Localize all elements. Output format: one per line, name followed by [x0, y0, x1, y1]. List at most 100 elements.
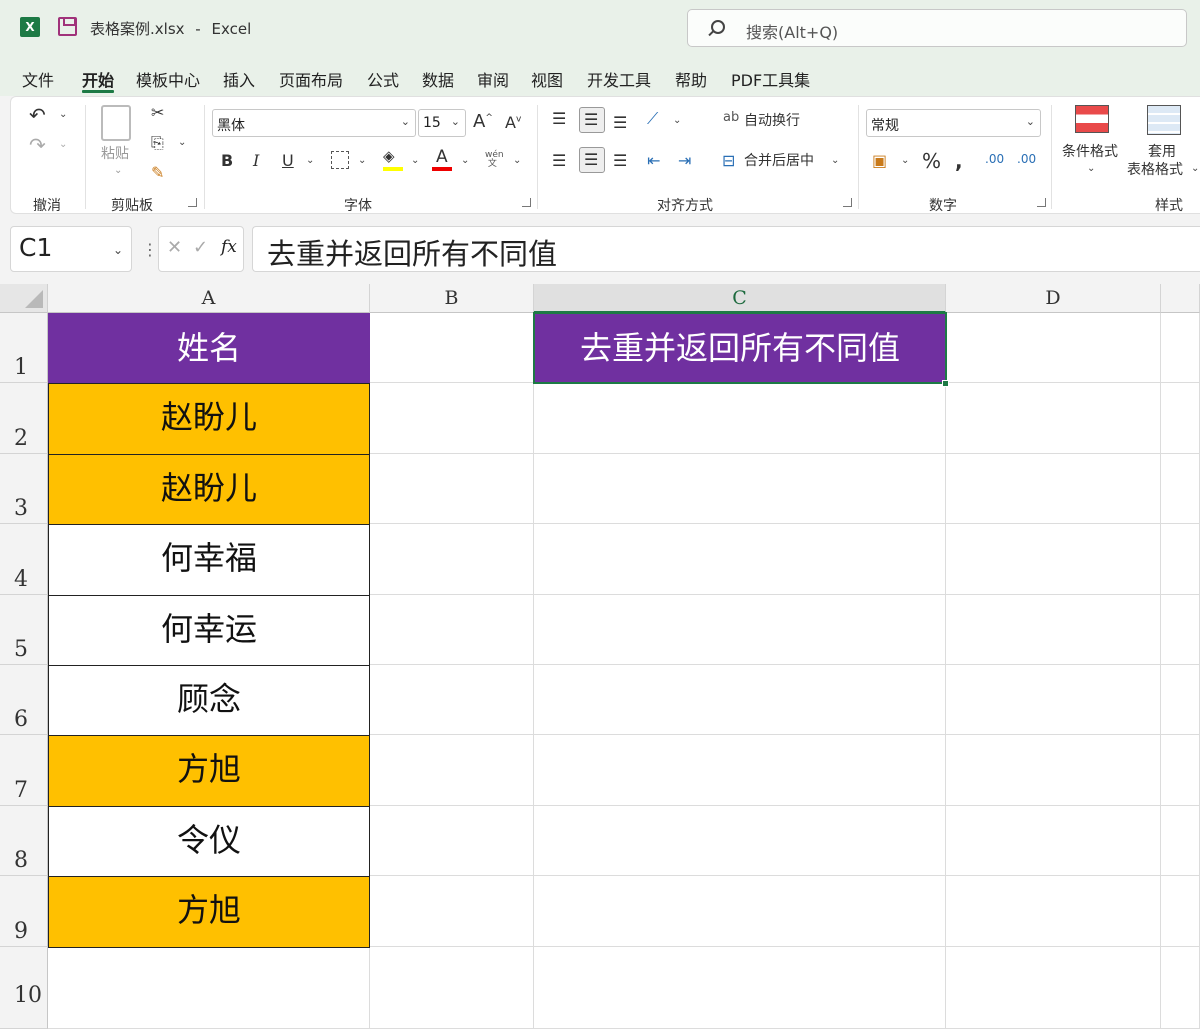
align-right-icon[interactable]: ☰: [613, 153, 627, 169]
tab-insert[interactable]: 插入: [223, 67, 255, 91]
tab-templates[interactable]: 模板中心: [136, 67, 200, 91]
merge-center-icon[interactable]: ⊟: [722, 153, 735, 169]
redo-icon[interactable]: ↷: [29, 135, 46, 155]
search-box[interactable]: 搜索(Alt+Q): [687, 9, 1187, 47]
accounting-format-icon[interactable]: ▣: [872, 153, 887, 169]
font-launcher-icon[interactable]: [522, 198, 531, 207]
name-cell[interactable]: 赵盼儿: [48, 453, 370, 526]
cell-E5[interactable]: [1161, 594, 1200, 665]
paste-label[interactable]: 粘贴: [101, 145, 129, 163]
cell-D3[interactable]: [946, 453, 1161, 525]
cell-B9[interactable]: [370, 876, 534, 947]
cell-E9[interactable]: [1161, 876, 1200, 947]
name-box[interactable]: C1 ⌄: [10, 226, 132, 272]
column-header-d[interactable]: D: [946, 284, 1161, 313]
copy-dropdown-icon[interactable]: ⌄: [178, 137, 186, 148]
fill-handle[interactable]: [942, 380, 949, 388]
tab-help[interactable]: 帮助: [675, 67, 707, 91]
cell-B4[interactable]: [370, 524, 534, 595]
name-cell[interactable]: 方旭: [48, 735, 370, 807]
tab-data[interactable]: 数据: [422, 67, 454, 91]
cell-D8[interactable]: [946, 805, 1161, 877]
cell-C10[interactable]: [534, 946, 946, 1029]
decrease-font-icon[interactable]: Av: [505, 115, 521, 131]
save-icon[interactable]: [58, 17, 77, 36]
align-top-icon[interactable]: ☰: [552, 111, 566, 127]
conditional-format-icon[interactable]: [1075, 105, 1109, 133]
row-header-2[interactable]: 2: [0, 383, 48, 454]
align-middle-icon[interactable]: ☰: [579, 107, 605, 133]
cell-B3[interactable]: [370, 453, 534, 525]
format-as-table-icon[interactable]: [1147, 105, 1181, 135]
accounting-dropdown-icon[interactable]: ⌄: [901, 155, 909, 166]
cancel-icon[interactable]: ✕: [167, 237, 182, 258]
cell-E1[interactable]: [1161, 313, 1200, 384]
tab-pdf-tools[interactable]: PDF工具集: [731, 67, 810, 91]
orientation-icon[interactable]: ⟋: [647, 111, 658, 127]
copy-icon[interactable]: ⎘: [151, 135, 164, 151]
cell-D2[interactable]: [946, 383, 1161, 454]
orientation-dropdown-icon[interactable]: ⌄: [673, 115, 681, 126]
font-name-select[interactable]: 黑体 ⌄: [212, 109, 416, 137]
align-center-icon[interactable]: ☰: [579, 147, 605, 173]
cell-B8[interactable]: [370, 805, 534, 877]
percent-button[interactable]: %: [922, 151, 941, 171]
italic-button[interactable]: I: [253, 153, 259, 169]
name-cell[interactable]: 赵盼儿: [48, 383, 370, 455]
column-header-c[interactable]: C: [534, 284, 946, 313]
name-cell[interactable]: 何幸运: [48, 594, 370, 666]
paste-dropdown-icon[interactable]: ⌄: [114, 165, 122, 176]
cell-B10[interactable]: [370, 946, 534, 1029]
cell-B5[interactable]: [370, 594, 534, 665]
tab-home[interactable]: 开始: [82, 67, 114, 91]
row-header-8[interactable]: 8: [0, 805, 48, 877]
borders-dropdown-icon[interactable]: ⌄: [358, 155, 366, 166]
column-header-b[interactable]: B: [370, 284, 534, 313]
format-painter-icon[interactable]: ✎: [151, 165, 164, 181]
conditional-format-label[interactable]: 条件格式: [1062, 143, 1118, 161]
underline-button[interactable]: U: [282, 153, 294, 169]
font-color-icon[interactable]: A: [436, 149, 448, 166]
formula-input[interactable]: 去重并返回所有不同值: [252, 226, 1200, 272]
column-header-a[interactable]: A: [48, 284, 370, 313]
align-bottom-icon[interactable]: ☰: [613, 115, 627, 131]
cell-E10[interactable]: [1161, 946, 1200, 1029]
undo-icon[interactable]: ↶: [29, 105, 46, 125]
row-header-7[interactable]: 7: [0, 735, 48, 806]
name-cell[interactable]: 顾念: [48, 665, 370, 737]
cell-E2[interactable]: [1161, 383, 1200, 454]
comma-style-icon[interactable]: ,: [955, 151, 963, 171]
format-as-table-dropdown-icon[interactable]: ⌄: [1191, 163, 1199, 174]
row-header-10[interactable]: 10: [0, 946, 48, 1029]
tab-review[interactable]: 审阅: [477, 67, 509, 91]
decrease-indent-icon[interactable]: ⇤: [647, 153, 660, 169]
cell-A10[interactable]: [48, 946, 370, 1029]
cell-B6[interactable]: [370, 665, 534, 736]
undo-dropdown-icon[interactable]: ⌄: [59, 109, 67, 120]
phonetic-dropdown-icon[interactable]: ⌄: [513, 155, 521, 166]
tab-file[interactable]: 文件: [22, 67, 54, 91]
paste-icon[interactable]: [101, 105, 131, 141]
cell-D4[interactable]: [946, 524, 1161, 595]
conditional-format-dropdown-icon[interactable]: ⌄: [1087, 163, 1095, 174]
row-header-3[interactable]: 3: [0, 453, 48, 525]
redo-dropdown-icon[interactable]: ⌄: [59, 139, 67, 150]
cell-B1[interactable]: [370, 313, 534, 384]
column-header-e[interactable]: [1161, 284, 1200, 313]
cell-E8[interactable]: [1161, 805, 1200, 877]
select-all-button[interactable]: [0, 284, 48, 313]
increase-decimal-icon[interactable]: .00: [985, 153, 1004, 165]
increase-indent-icon[interactable]: ⇥: [678, 153, 691, 169]
tab-view[interactable]: 视图: [531, 67, 563, 91]
cell-C2[interactable]: [534, 383, 946, 454]
cell-E3[interactable]: [1161, 453, 1200, 525]
tab-formulas[interactable]: 公式: [367, 67, 399, 91]
cell-C4[interactable]: [534, 524, 946, 595]
row-header-1[interactable]: 1: [0, 313, 48, 384]
cell-D6[interactable]: [946, 665, 1161, 736]
insert-function-icon[interactable]: fx: [221, 237, 237, 257]
alignment-launcher-icon[interactable]: [843, 198, 852, 207]
name-cell[interactable]: 方旭: [48, 876, 370, 948]
row-header-9[interactable]: 9: [0, 876, 48, 947]
cut-icon[interactable]: ✂: [151, 105, 164, 121]
